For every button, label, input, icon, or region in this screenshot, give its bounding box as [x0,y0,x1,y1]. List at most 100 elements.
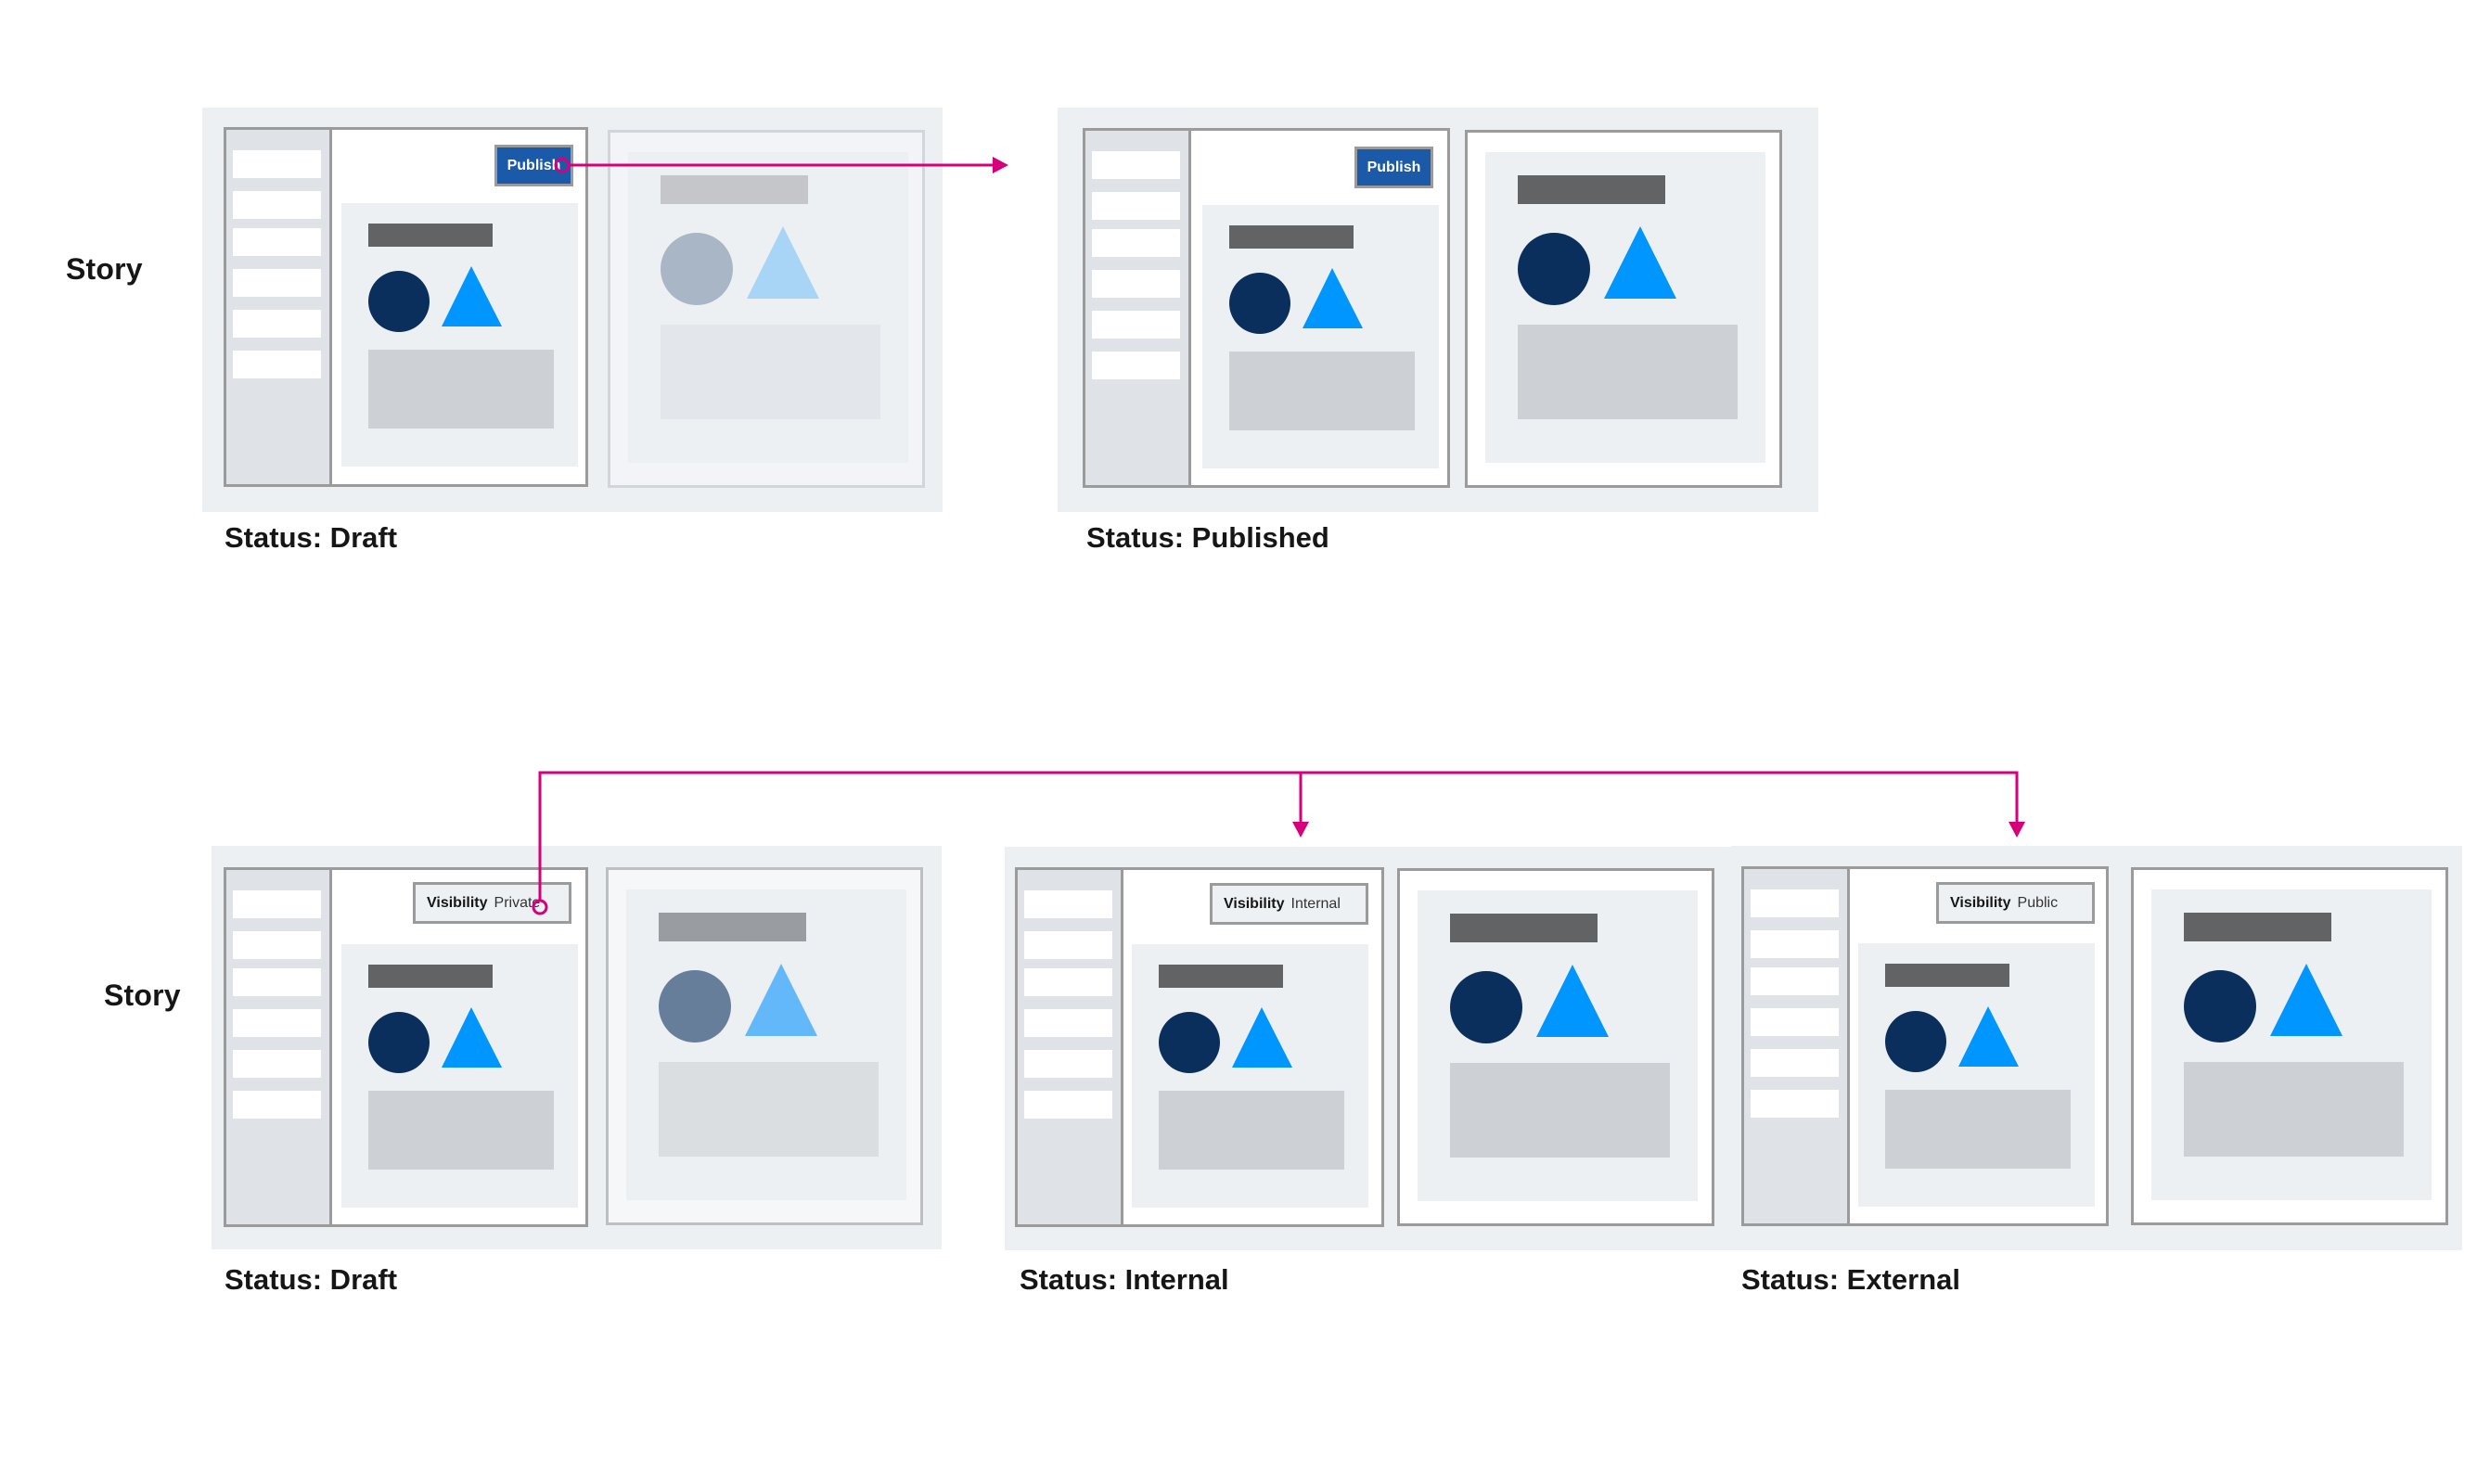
triangle-shape-icon [1232,1007,1292,1068]
scene-internal: Visibility Internal [1005,847,1731,1250]
sidebar-item[interactable] [1092,151,1180,179]
editor-area: Visibility Public [1850,869,2106,1223]
sidebar-item[interactable] [233,1050,321,1078]
triangle-shape-icon [2270,964,2342,1036]
visibility-selector[interactable]: Visibility Internal [1210,883,1368,925]
sidebar-item[interactable] [1751,1049,1839,1077]
app-window: Visibility Public [1741,866,2109,1226]
sidebar-item[interactable] [233,351,321,378]
scene-draft-publish: Publish [202,108,943,512]
status-label: Status: Draft [225,1263,398,1296]
row-label-story-publish: Story [66,252,143,286]
circle-shape-icon [661,233,733,305]
status-label: Status: Draft [225,521,398,554]
content-card [1858,943,2095,1207]
scene-draft-visibility: Visibility Private [212,846,942,1249]
arrow-head-icon [2009,822,2025,838]
preview-card [2151,889,2432,1200]
title-placeholder [2184,913,2331,941]
triangle-shape-icon [442,266,502,326]
triangle-shape-icon [745,964,817,1036]
sidebar [1744,869,1850,1223]
app-window: Publish [1083,128,1450,488]
sidebar-item[interactable] [233,931,321,959]
body-placeholder [2184,1062,2404,1157]
preview-card [626,889,906,1200]
visibility-value: Internal [1290,895,1341,912]
sidebar [226,130,332,484]
sidebar-item[interactable] [233,890,321,918]
title-placeholder [1518,175,1665,204]
content-card [1132,944,1368,1208]
sidebar-item[interactable] [1024,890,1112,918]
published-preview [1397,868,1714,1226]
sidebar-item[interactable] [1092,270,1180,298]
triangle-shape-icon [1303,268,1363,328]
arrow-head-icon [1292,822,1309,838]
circle-shape-icon [1450,971,1522,1043]
sidebar-item[interactable] [1092,192,1180,220]
triangle-shape-icon [1604,226,1676,299]
sidebar-item[interactable] [1092,352,1180,379]
sidebar-item[interactable] [233,1009,321,1037]
circle-shape-icon [1159,1012,1220,1073]
sidebar-item[interactable] [1751,930,1839,958]
body-placeholder [661,325,880,419]
circle-shape-icon [1229,273,1290,334]
row-label-story-visibility: Story [104,979,181,1012]
preview-card [1418,890,1698,1201]
body-placeholder [1518,325,1738,419]
sidebar-item[interactable] [1751,967,1839,995]
app-window: Visibility Private [224,867,588,1227]
circle-shape-icon [1885,1011,1946,1072]
triangle-shape-icon [442,1007,502,1068]
sidebar-item[interactable] [1751,1008,1839,1036]
visibility-selector[interactable]: Visibility Public [1936,882,2095,924]
publish-button[interactable]: Publish [1354,147,1433,188]
triangle-shape-icon [1958,1006,2019,1067]
sidebar-item[interactable] [233,150,321,178]
title-placeholder [368,965,493,988]
sidebar [226,870,332,1224]
sidebar-item[interactable] [1751,889,1839,917]
published-preview [608,130,925,488]
app-window: Visibility Internal [1015,867,1384,1227]
visibility-selector[interactable]: Visibility Private [413,882,571,924]
scene-published: Publish [1058,108,1818,512]
visibility-value: Private [494,894,541,911]
sidebar-item[interactable] [233,1091,321,1119]
body-placeholder [368,1091,554,1170]
circle-shape-icon [368,1012,430,1073]
sidebar-item[interactable] [233,228,321,256]
sidebar-item[interactable] [233,269,321,297]
title-placeholder [661,175,808,204]
sidebar-item[interactable] [233,968,321,996]
title-placeholder [659,913,806,941]
sidebar-item[interactable] [1751,1090,1839,1118]
title-placeholder [1159,965,1283,988]
sidebar [1085,131,1191,485]
content-card [341,944,578,1208]
publish-button[interactable]: Publish [494,145,573,186]
sidebar-item[interactable] [1024,931,1112,959]
editor-area: Visibility Private [332,870,585,1224]
sidebar-item[interactable] [1024,1050,1112,1078]
sidebar-item[interactable] [1092,311,1180,339]
visibility-label: Visibility [427,894,488,911]
sidebar-item[interactable] [1024,1091,1112,1119]
sidebar-item[interactable] [233,191,321,219]
body-placeholder [1229,352,1415,430]
editor-area: Publish [332,130,585,484]
editor-area: Publish [1191,131,1447,485]
triangle-shape-icon [747,226,819,299]
arrow-head-icon [993,157,1008,173]
body-placeholder [368,350,554,429]
status-label: Status: Internal [1020,1263,1229,1296]
sidebar-item[interactable] [1024,1009,1112,1037]
published-preview [1465,130,1782,488]
status-label: Status: External [1741,1263,1961,1296]
sidebar-item[interactable] [233,310,321,338]
sidebar-item[interactable] [1024,968,1112,996]
editor-area: Visibility Internal [1123,870,1381,1224]
sidebar-item[interactable] [1092,229,1180,257]
